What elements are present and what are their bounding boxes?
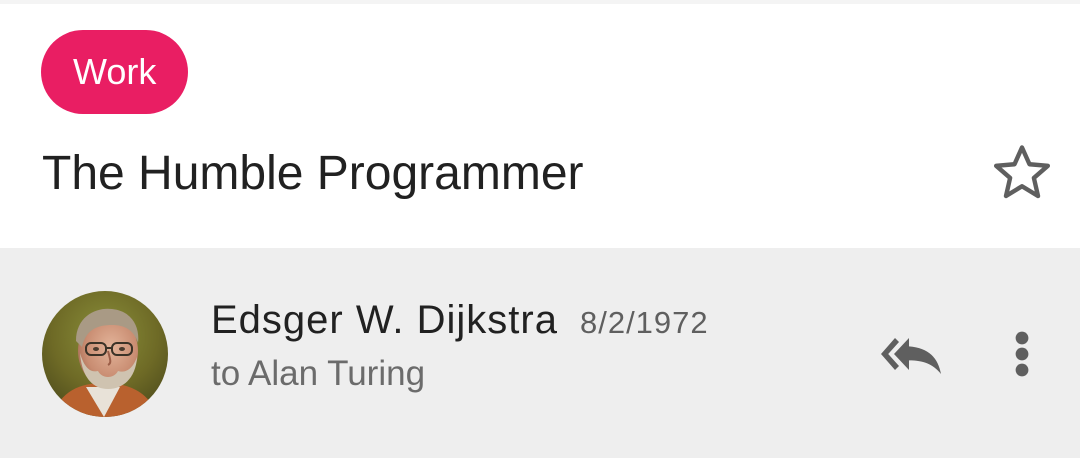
more-vert-icon [1015,331,1029,377]
sender-avatar[interactable] [42,291,168,417]
message-date: 8/2/1972 [579,305,709,340]
recipient-line[interactable]: to Alan Turing [211,354,425,394]
sender-line: Edsger W. Dijkstra 8/2/1972 [211,298,709,343]
label-chip-work[interactable]: Work [41,30,189,114]
email-thread-view: Work The Humble Programmer Edsger W. Dij… [0,0,1080,458]
message-header[interactable]: Edsger W. Dijkstra 8/2/1972 to Alan Turin… [0,248,1080,458]
sender-photo [42,291,168,417]
thread-header: Work The Humble Programmer [0,0,1080,248]
reply-all-button[interactable] [872,322,952,386]
sender-name: Edsger W. Dijkstra [211,298,558,342]
star-button[interactable] [986,136,1058,208]
email-subject: The Humble Programmer [42,147,584,200]
top-divider [0,0,1080,4]
star-outline-icon [993,145,1051,199]
overflow-menu-button[interactable] [994,320,1050,388]
reply-all-icon [881,338,941,374]
